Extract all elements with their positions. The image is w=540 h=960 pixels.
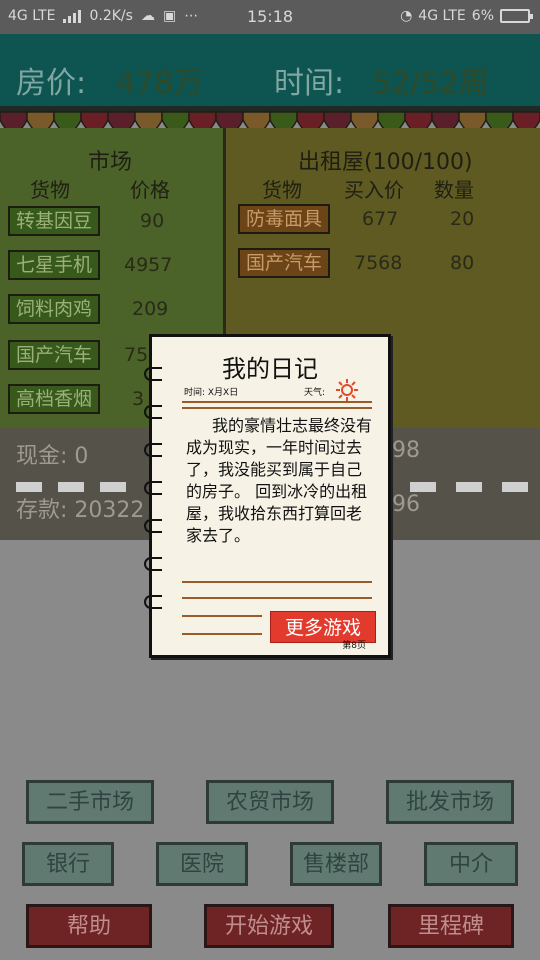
- rental-item-button[interactable]: 国产汽车: [238, 248, 331, 278]
- market-item-button[interactable]: 七星手机: [8, 250, 101, 280]
- diary-rule: [182, 633, 262, 635]
- divider-dash: [456, 482, 482, 492]
- diary-rule: [182, 597, 372, 599]
- divider-dash: [410, 482, 436, 492]
- diary-date: 时间: X月X日: [184, 388, 239, 398]
- diary-rule: [182, 581, 372, 583]
- button-help[interactable]: 帮助: [26, 904, 152, 948]
- rental-col-goods: 货物: [262, 178, 302, 202]
- rental-item-buy-price: 7568: [354, 252, 403, 274]
- rental-item-quantity: 80: [450, 252, 475, 274]
- diary-page-number: 第8页: [342, 641, 366, 651]
- divider-dash: [502, 482, 528, 492]
- market-item-button[interactable]: 转基因豆: [8, 206, 101, 236]
- status-bar: 4G LTE 0.2K/s ☁ ▣ ⋯ 15:18 ◔ 4G LTE 6%: [0, 0, 540, 34]
- deposit-text: 存款: 20322: [16, 498, 145, 523]
- market-item-button[interactable]: 国产汽车: [8, 340, 101, 370]
- rental-item-quantity: 20: [450, 208, 475, 230]
- notebook-ring: [144, 481, 162, 495]
- diary-body-text: 我的豪情壮志最终没有成为现实，一年时间过去了，我没能买到属于自己的房子。 回到冰…: [186, 416, 373, 545]
- notebook-ring: [144, 443, 162, 457]
- rental-item-button[interactable]: 防毒面具: [238, 204, 331, 234]
- sun-icon: [336, 379, 358, 401]
- button-sales-office[interactable]: 售楼部: [290, 842, 382, 886]
- button-milestones[interactable]: 里程碑: [388, 904, 514, 948]
- diary-weather-label: 天气:: [304, 388, 326, 398]
- rental-col-buy-price: 买入价: [344, 178, 404, 202]
- house-price-label: 房价:: [16, 66, 87, 101]
- top-info-band: 房价: 478万 时间: 52/52周: [0, 34, 540, 110]
- notebook-ring: [144, 519, 162, 533]
- divider-dash: [16, 482, 42, 492]
- button-hospital[interactable]: 医院: [156, 842, 248, 886]
- notebook-ring: [144, 405, 162, 419]
- network-right-text: 4G LTE: [418, 8, 466, 24]
- battery-percent: 6%: [471, 8, 494, 24]
- alarm-icon: ◔: [400, 8, 413, 24]
- button-agency[interactable]: 中介: [424, 842, 518, 886]
- cash-text: 现金: 0: [16, 444, 89, 469]
- button-second-hand-market[interactable]: 二手市场: [26, 780, 154, 824]
- market-item-button[interactable]: 饲料肉鸡: [8, 294, 101, 324]
- button-bank[interactable]: 银行: [22, 842, 114, 886]
- time-value: 52/52周: [372, 66, 489, 101]
- market-item-price: 209: [132, 298, 169, 320]
- rental-item-buy-price: 677: [362, 208, 399, 230]
- button-start-game[interactable]: 开始游戏: [204, 904, 334, 948]
- rental-col-quantity: 数量: [434, 178, 474, 202]
- market-col-price: 价格: [130, 178, 170, 202]
- market-item-button[interactable]: 高档香烟: [8, 384, 101, 414]
- diary-dialog: 我的日记 时间: X月X日 天气: 我的豪情壮志最终没有成为现实，一年时间过去了…: [144, 334, 391, 658]
- divider-dash: [58, 482, 84, 492]
- divider-dash: [100, 482, 126, 492]
- button-wholesale-market[interactable]: 批发市场: [386, 780, 514, 824]
- rental-title: 出租屋(100/100): [298, 150, 473, 175]
- diary-rule: [182, 407, 372, 409]
- finance-right-bottom: 96: [392, 492, 420, 517]
- notebook-ring: [144, 557, 162, 571]
- diary-rule: [182, 401, 372, 403]
- notebook-ring: [144, 595, 162, 609]
- market-item-price: 90: [140, 210, 165, 232]
- market-item-price: 4957: [124, 254, 173, 276]
- button-farmers-market[interactable]: 农贸市场: [206, 780, 334, 824]
- battery-icon: [500, 9, 533, 23]
- house-price-value: 478万: [116, 66, 204, 101]
- time-label: 时间:: [274, 66, 345, 101]
- market-item-price: 3: [132, 388, 145, 410]
- market-col-goods: 货物: [30, 178, 70, 202]
- diary-rule: [182, 615, 262, 617]
- market-item-price: 75: [124, 344, 149, 366]
- market-title: 市场: [88, 150, 133, 175]
- finance-right-top: 98: [392, 438, 420, 463]
